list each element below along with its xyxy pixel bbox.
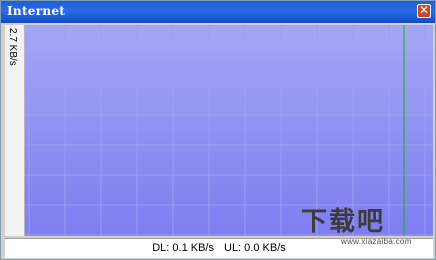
y-axis-panel: 2.7 KB/s (5, 25, 25, 236)
internet-monitor-window: Internet ✕ 2.7 KB/s DL: 0.1 KB/s UL: 0.0 … (0, 0, 436, 260)
window-title: Internet (7, 4, 66, 18)
download-rate: DL: 0.1 KB/s (152, 242, 214, 254)
close-icon[interactable]: ✕ (418, 2, 430, 18)
upload-rate: UL: 0.0 KB/s (224, 242, 286, 254)
watermark: 下载吧 www.xiazaiba.com (301, 201, 431, 259)
watermark-url: www.xiazaiba.com (341, 237, 412, 246)
close-button[interactable]: ✕ (417, 2, 431, 18)
title-bar[interactable]: Internet ✕ (1, 1, 435, 23)
watermark-logo: 下载吧 (301, 207, 386, 237)
scale-label: 2.7 KB/s (7, 28, 18, 66)
